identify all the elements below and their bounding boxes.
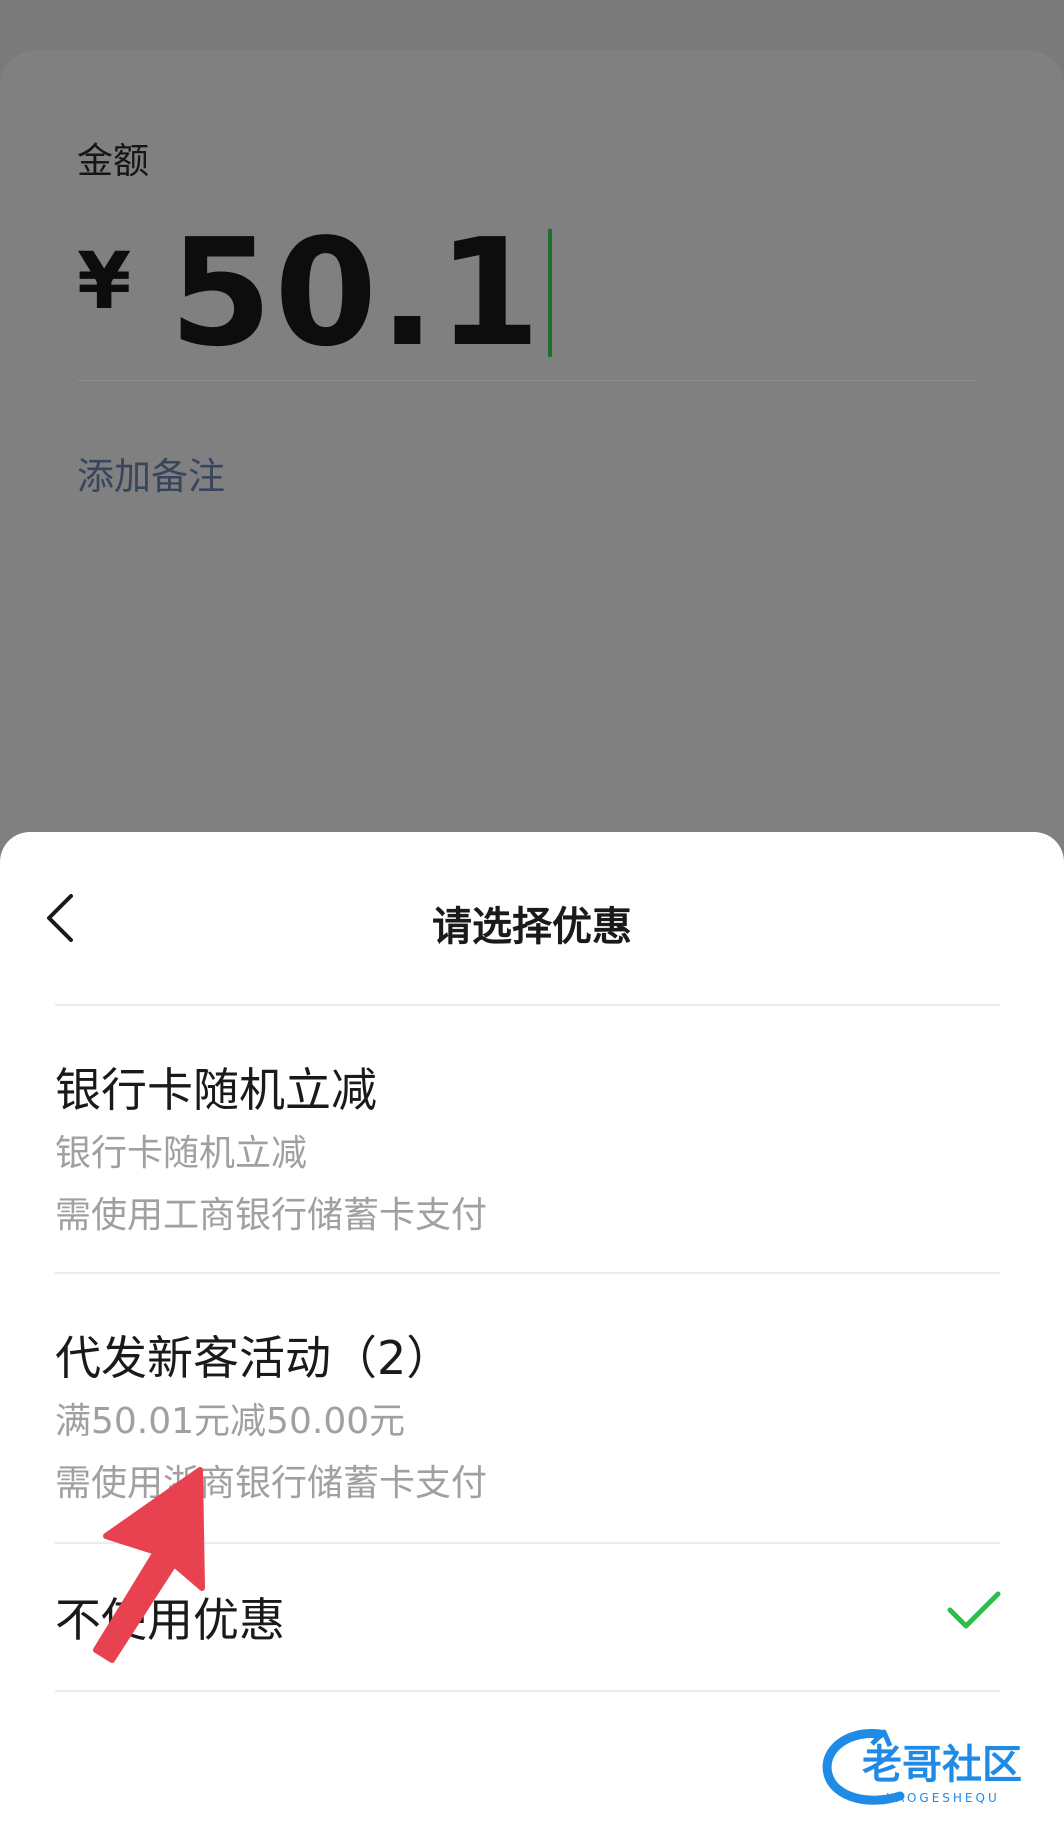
watermark-text: 老哥社区 xyxy=(862,1742,1022,1788)
amount-input[interactable]: ¥ 50.1 xyxy=(77,207,553,379)
sheet-title: 请选择优惠 xyxy=(432,904,632,950)
option-desc: 银行卡随机立减 xyxy=(55,1133,308,1174)
check-icon xyxy=(946,1588,1002,1636)
currency-symbol: ¥ xyxy=(77,237,132,327)
divider xyxy=(55,1690,1000,1692)
add-note-link[interactable]: 添加备注 xyxy=(77,446,225,500)
annotation-arrow-icon xyxy=(90,1460,220,1674)
text-caret xyxy=(548,229,553,357)
option-desc: 满50.01元减50.00元 xyxy=(55,1401,406,1442)
option-title: 银行卡随机立减 xyxy=(55,1063,377,1117)
amount-value: 50.1 xyxy=(169,207,543,379)
sheet-header: 请选择优惠 xyxy=(0,832,1064,1002)
amount-divider xyxy=(77,380,977,381)
payment-screen: 金额 ¥ 50.1 添加备注 请选择优惠 银行卡随机立减 银行卡随机立减 需使用… xyxy=(0,0,1064,1824)
watermark-subtext: LAOGESHEQU xyxy=(886,1791,1000,1805)
watermark-logo: 老哥社区 LAOGESHEQU xyxy=(820,1722,1050,1812)
discount-sheet: 请选择优惠 银行卡随机立减 银行卡随机立减 需使用工商银行储蓄卡支付 代发新客活… xyxy=(0,832,1064,1824)
option-requirement: 需使用工商银行储蓄卡支付 xyxy=(55,1195,488,1236)
amount-label: 金额 xyxy=(77,141,150,182)
discount-option-bank-random[interactable]: 银行卡随机立减 银行卡随机立减 需使用工商银行储蓄卡支付 xyxy=(0,1006,1064,1274)
option-title: 代发新客活动（2） xyxy=(55,1331,453,1385)
